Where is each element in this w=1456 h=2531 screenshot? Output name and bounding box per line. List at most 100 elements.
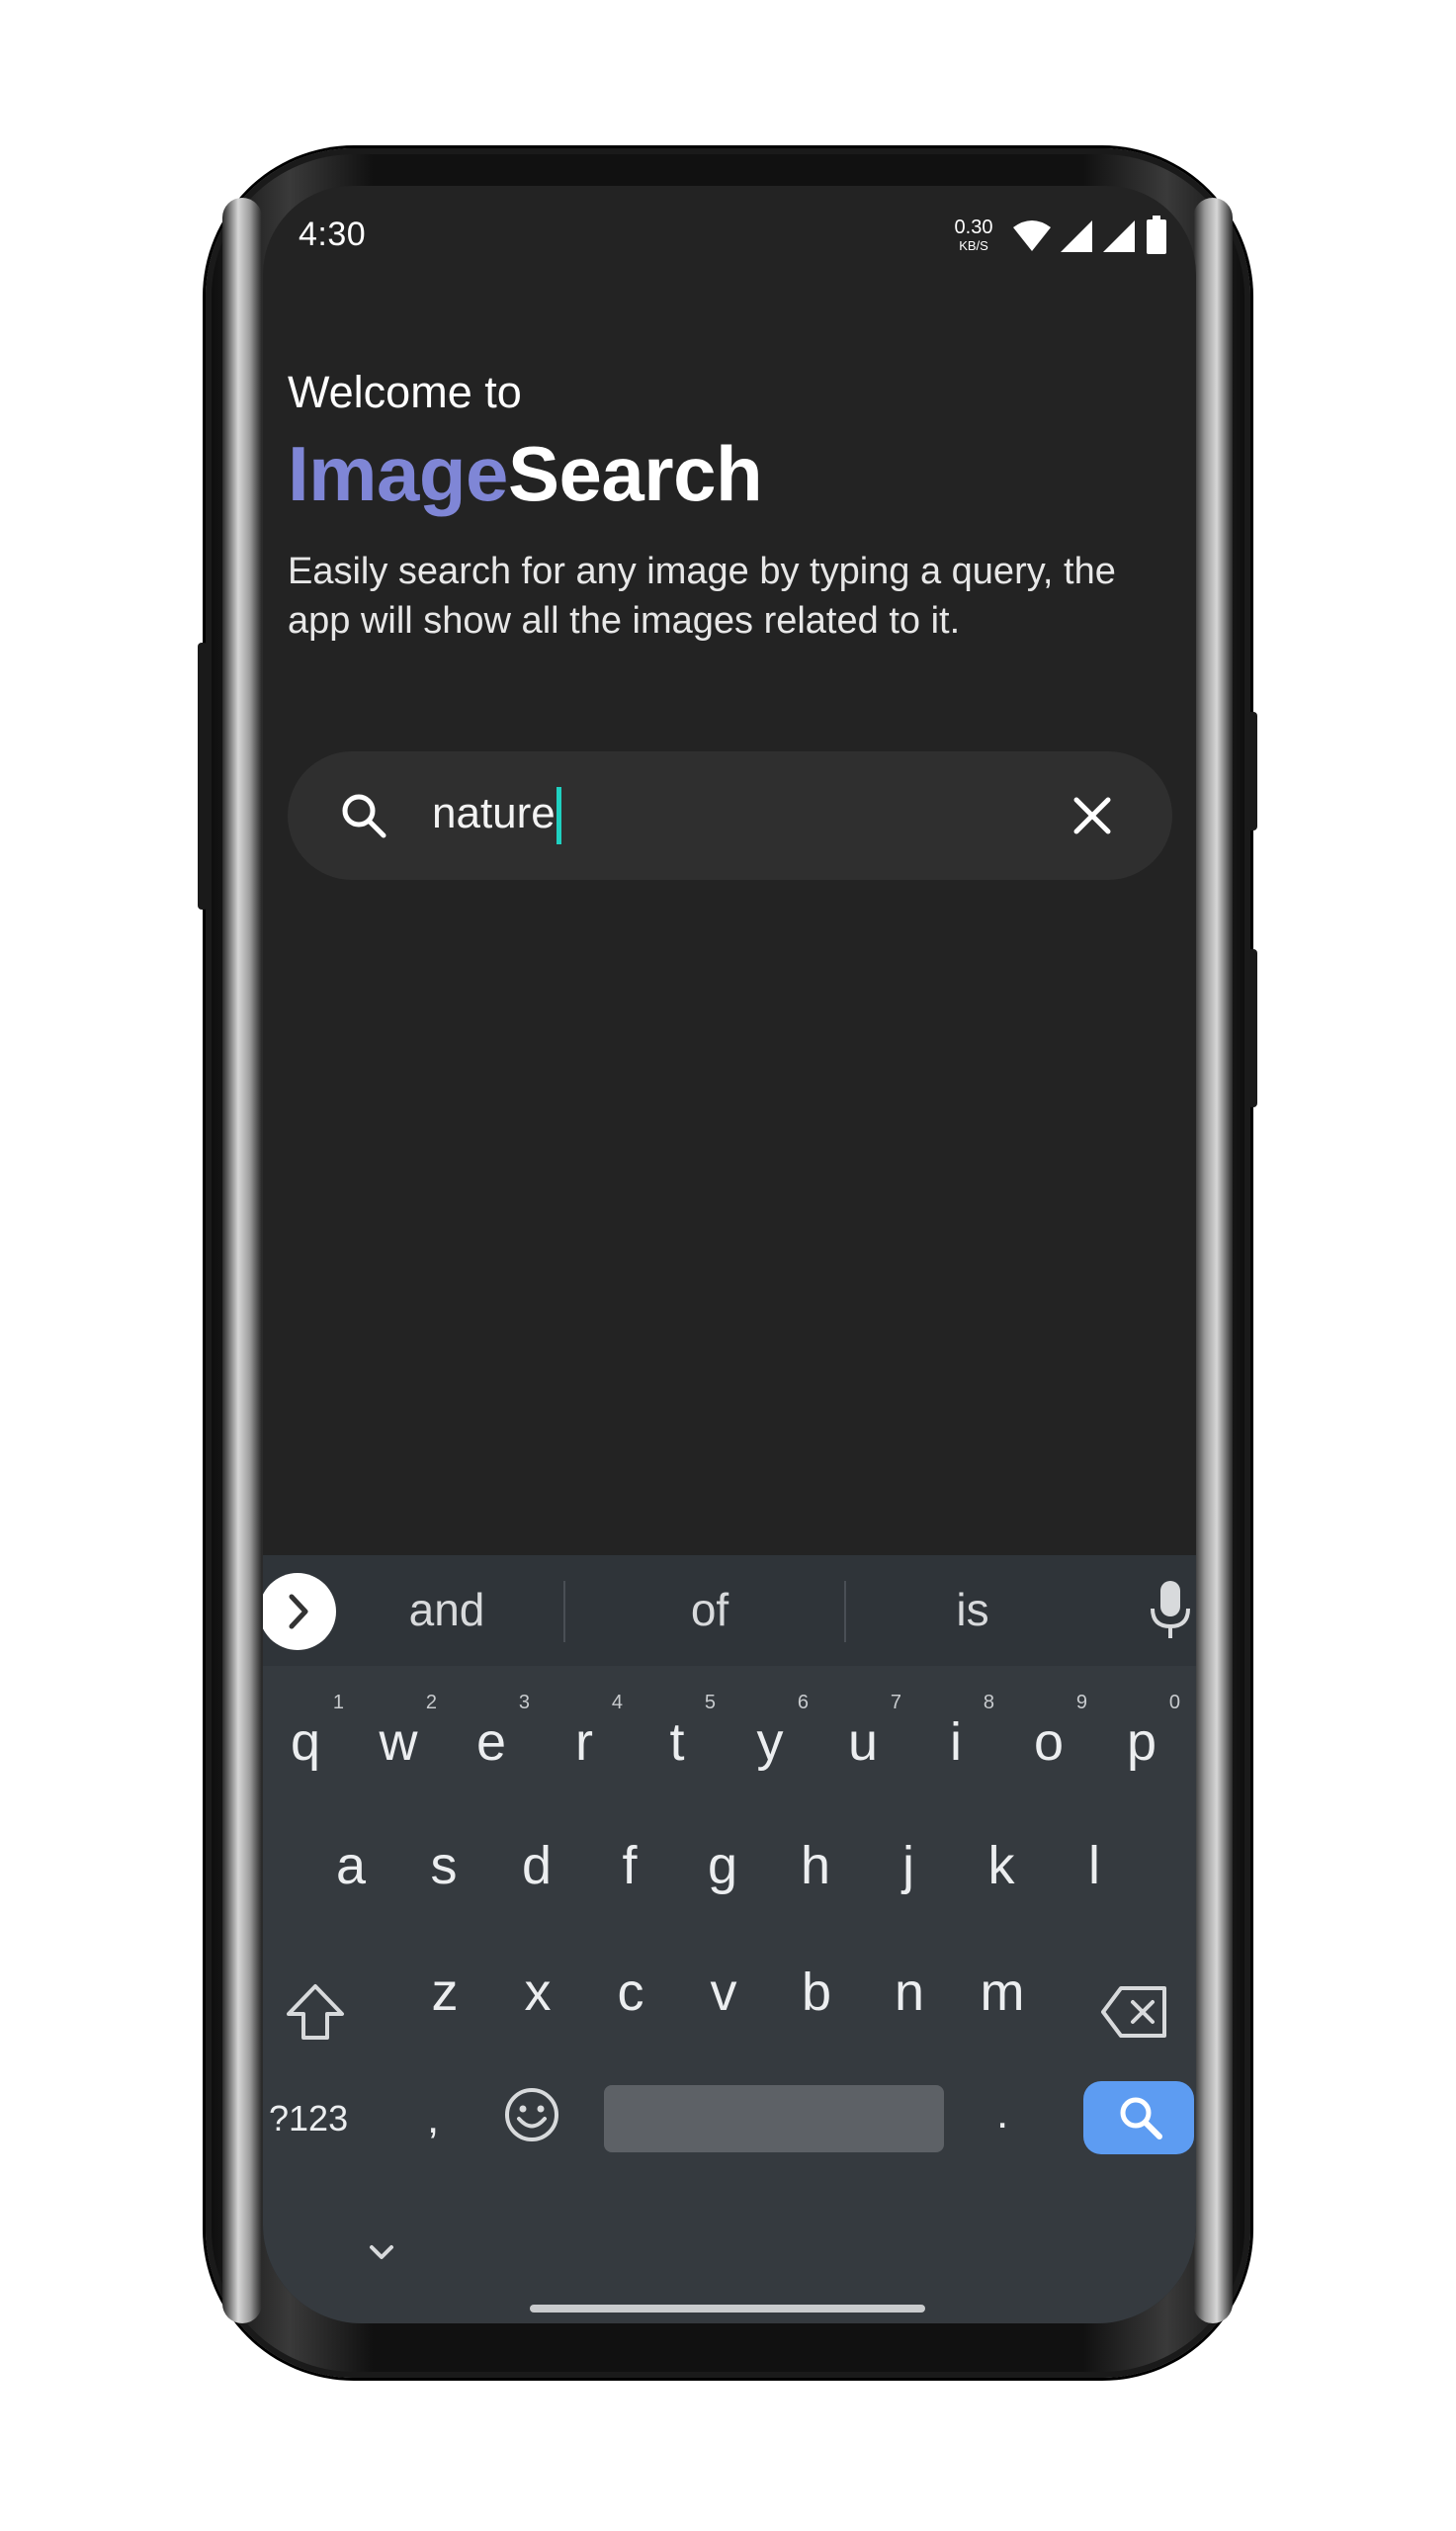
- app-title-main: Search: [507, 430, 763, 517]
- close-icon[interactable]: [1063, 786, 1122, 845]
- key-hint: 3: [518, 1692, 530, 1713]
- key-hint: 4: [611, 1692, 623, 1713]
- backspace-icon[interactable]: [1099, 1982, 1170, 2042]
- key-a[interactable]: a: [306, 1807, 395, 1916]
- key-o[interactable]: o9: [1004, 1684, 1093, 1792]
- key-label: y: [756, 1712, 784, 1772]
- key-label: w: [379, 1712, 418, 1772]
- search-submit-button[interactable]: [1083, 2081, 1194, 2154]
- suggestion-item[interactable]: is: [874, 1583, 1071, 1636]
- key-label: f: [622, 1836, 638, 1895]
- suggestion-strip: and of is: [263, 1555, 1196, 1666]
- symbols-key[interactable]: ?123: [269, 2098, 348, 2139]
- key-j[interactable]: j: [864, 1807, 953, 1916]
- text-caret: [557, 787, 561, 844]
- key-q[interactable]: q1: [263, 1684, 350, 1792]
- key-t[interactable]: t5: [633, 1684, 722, 1792]
- signal-icon: [1103, 220, 1135, 252]
- signal-icon: [1061, 220, 1092, 252]
- expand-suggestions-button[interactable]: [263, 1573, 336, 1650]
- key-label: u: [847, 1712, 879, 1772]
- key-label: t: [669, 1712, 685, 1772]
- key-label: c: [617, 1963, 644, 2022]
- status-time: 4:30: [299, 216, 367, 253]
- emoji-icon[interactable]: [503, 2086, 560, 2143]
- key-hint: 8: [983, 1692, 994, 1713]
- key-label: a: [335, 1836, 367, 1895]
- screen-edge-left: [222, 198, 262, 2323]
- chevron-down-icon[interactable]: [364, 2241, 399, 2265]
- battery-icon: [1147, 216, 1166, 254]
- key-label: j: [902, 1836, 914, 1895]
- search-bar[interactable]: nature: [288, 751, 1172, 880]
- period-key[interactable]: .: [996, 2089, 1008, 2138]
- key-hint: 7: [890, 1692, 901, 1713]
- comma-key[interactable]: ,: [427, 2094, 439, 2143]
- key-r[interactable]: r4: [540, 1684, 629, 1792]
- power-button: [1247, 712, 1257, 830]
- key-label: m: [980, 1963, 1025, 2022]
- key-m[interactable]: m: [958, 1934, 1047, 2043]
- key-h[interactable]: h: [771, 1807, 860, 1916]
- key-hint: 6: [797, 1692, 809, 1713]
- key-hint: 2: [425, 1692, 437, 1713]
- key-w[interactable]: w2: [354, 1684, 443, 1792]
- key-l[interactable]: l: [1050, 1807, 1139, 1916]
- key-k[interactable]: k: [957, 1807, 1046, 1916]
- volume-button: [198, 643, 208, 910]
- key-label: s: [430, 1836, 458, 1895]
- network-speed-value: 0.30: [954, 217, 993, 238]
- key-s[interactable]: s: [399, 1807, 488, 1916]
- app-screen: 4:30 0.30 KB/S Welcome to ImageSearch Ea…: [263, 186, 1196, 2323]
- key-y[interactable]: y6: [726, 1684, 814, 1792]
- key-f[interactable]: f: [585, 1807, 674, 1916]
- key-hint: 5: [704, 1692, 716, 1713]
- app-description: Easily search for any image by typing a …: [288, 551, 1116, 642]
- key-label: q: [290, 1712, 321, 1772]
- suggestion-divider: [844, 1581, 846, 1642]
- space-bar[interactable]: [604, 2085, 944, 2152]
- suggestion-item[interactable]: and: [348, 1583, 546, 1636]
- welcome-text: Welcome to: [288, 367, 522, 417]
- key-c[interactable]: c: [586, 1934, 675, 2043]
- key-label: p: [1126, 1712, 1157, 1772]
- key-u[interactable]: u7: [818, 1684, 907, 1792]
- key-hint: 9: [1075, 1692, 1087, 1713]
- key-v[interactable]: v: [679, 1934, 768, 2043]
- key-label: e: [475, 1712, 507, 1772]
- key-label: i: [950, 1712, 962, 1772]
- key-label: g: [707, 1836, 738, 1895]
- key-i[interactable]: i8: [911, 1684, 1000, 1792]
- keyboard: and of is q1w2e3r4t5y6u7i8o9p0 asdfghjkl…: [263, 1555, 1196, 2323]
- screen-edge-right: [1193, 198, 1233, 2323]
- home-indicator[interactable]: [530, 2305, 925, 2313]
- microphone-icon[interactable]: [1149, 1579, 1192, 1642]
- network-speed-unit: KB/S: [959, 238, 988, 253]
- app-title: ImageSearch: [288, 429, 763, 519]
- suggestion-item[interactable]: of: [611, 1583, 809, 1636]
- key-p[interactable]: p0: [1097, 1684, 1186, 1792]
- key-label: z: [431, 1963, 459, 2022]
- key-label: x: [524, 1963, 552, 2022]
- key-z[interactable]: z: [400, 1934, 489, 2043]
- shift-icon[interactable]: [283, 1980, 348, 2046]
- key-label: v: [710, 1963, 737, 2022]
- key-n[interactable]: n: [865, 1934, 954, 2043]
- key-label: b: [801, 1963, 832, 2022]
- key-x[interactable]: x: [493, 1934, 582, 2043]
- status-bar: 4:30 0.30 KB/S: [263, 186, 1196, 295]
- key-label: d: [521, 1836, 553, 1895]
- key-label: h: [800, 1836, 831, 1895]
- suggestion-divider: [563, 1581, 565, 1642]
- side-button: [1247, 949, 1257, 1107]
- search-input[interactable]: nature: [432, 789, 556, 838]
- key-label: l: [1088, 1836, 1100, 1895]
- search-icon: [1120, 2097, 1162, 2139]
- key-d[interactable]: d: [492, 1807, 581, 1916]
- key-label: k: [987, 1836, 1015, 1895]
- key-label: r: [575, 1712, 593, 1772]
- key-e[interactable]: e3: [447, 1684, 536, 1792]
- chevron-right-icon: [289, 1594, 308, 1629]
- key-g[interactable]: g: [678, 1807, 767, 1916]
- key-b[interactable]: b: [772, 1934, 861, 2043]
